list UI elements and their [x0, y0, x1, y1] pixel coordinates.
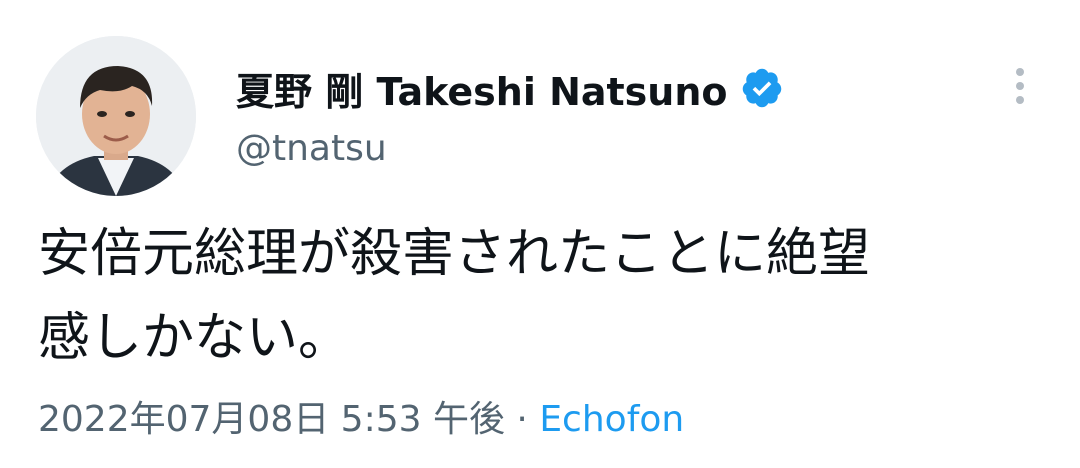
meta-separator: ·	[504, 399, 540, 440]
avatar-photo	[36, 36, 196, 196]
avatar[interactable]	[36, 36, 196, 196]
user-handle[interactable]: @tnatsu	[236, 128, 387, 169]
tweet-text-line: 安倍元総理が殺害されたことに絶望	[38, 224, 871, 284]
tweet-card: 夏野 剛 Takeshi Natsuno @tnatsu 安倍元総理が殺害された…	[0, 0, 1080, 468]
display-name[interactable]: 夏野 剛 Takeshi Natsuno	[236, 61, 728, 116]
tweet-meta: 2022年07月08日 5:53 午後 · Echofon	[38, 390, 684, 442]
verified-badge-icon	[740, 66, 784, 110]
more-vertical-icon[interactable]	[1000, 60, 1040, 116]
tweet-text: 安倍元総理が殺害されたことに絶望 感しかない。	[38, 212, 1048, 380]
tweet-timestamp[interactable]: 2022年07月08日 5:53 午後	[38, 399, 505, 440]
tweet-source-link[interactable]: Echofon	[539, 399, 684, 440]
tweet-text-line: 感しかない。	[38, 308, 351, 368]
tweet-header: 夏野 剛 Takeshi Natsuno	[236, 56, 784, 120]
